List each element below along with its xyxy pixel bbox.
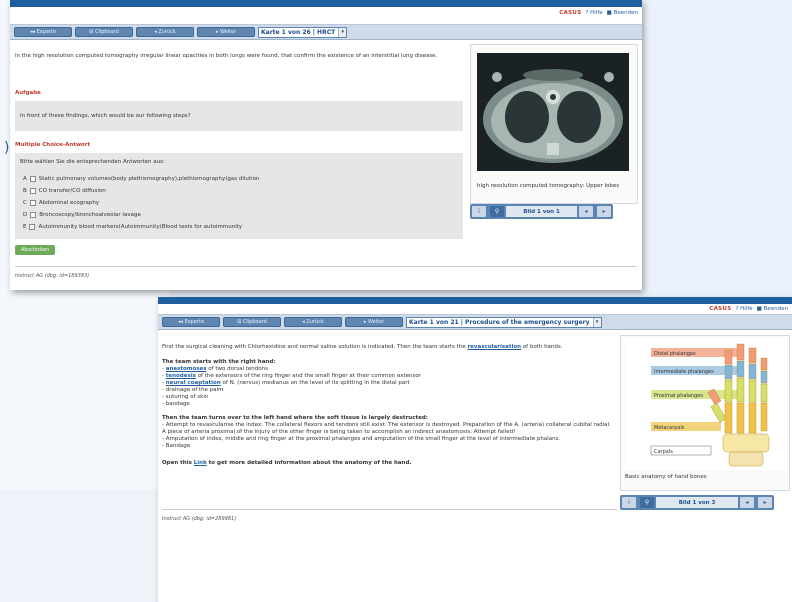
top-bar <box>158 297 792 304</box>
revascularisation-link[interactable]: revascularisation <box>467 344 521 350</box>
anastomoses-link[interactable]: anastomoses <box>166 366 207 372</box>
end-link[interactable]: ■ Beenden <box>607 10 638 16</box>
intro-text: First the surgical cleaning with Chlorhe… <box>162 344 563 350</box>
label-intermediate-phalanges: Intermediate phalanges <box>654 369 714 375</box>
divider <box>15 266 637 267</box>
chevron-down-icon: ▾ <box>592 317 601 327</box>
image-panel: high resolution computed tomography: Upp… <box>470 44 638 204</box>
right-step-5: - suturing of skin <box>162 394 209 400</box>
info-button[interactable]: i <box>622 497 636 508</box>
right-step-4: - drainage of the palm <box>162 387 224 393</box>
expert-button[interactable]: ◂◂ Experte <box>14 27 72 37</box>
submit-button[interactable]: Abschicken <box>15 245 55 255</box>
card-select[interactable]: Karte 1 von 21 | Procedure of the emerge… <box>406 316 602 328</box>
pager-label: Bild 1 von 1 <box>506 206 577 217</box>
left-step-3: - Amputation of index, middle and ring f… <box>162 436 561 442</box>
answer-e[interactable]: E Autoimmunity blood markers(Autoimmunity… <box>23 224 242 230</box>
checkbox[interactable] <box>29 188 36 194</box>
divider <box>162 509 617 510</box>
anatomy-link[interactable]: Link <box>194 460 207 466</box>
checkbox[interactable] <box>29 176 36 182</box>
ct-scan-image[interactable] <box>477 53 629 171</box>
screenshot-surgery: CASUS ? Hilfe ■ Beenden ◂◂ Experte ⊞ Cli… <box>158 297 792 602</box>
checkbox[interactable] <box>30 212 37 218</box>
prev-image-button[interactable]: ◂ <box>579 206 593 217</box>
edge-parenthesis: ) <box>4 140 10 156</box>
mc-box: Bitte wählen Sie die entsprechenden Antw… <box>15 153 463 239</box>
footer-text: Instruct AG (dbg: id=289981) <box>162 516 237 522</box>
top-bar <box>10 0 642 7</box>
back-button[interactable]: ◂ Zurück <box>136 27 194 37</box>
image-panel: Distal phalanges Intermediate phalanges … <box>620 335 790 491</box>
hand-bones-diagram[interactable]: Distal phalanges Intermediate phalanges … <box>625 338 785 470</box>
help-link[interactable]: ? Hilfe <box>735 306 752 312</box>
zoom-icon[interactable]: ⚲ <box>640 497 654 508</box>
task-label: Aufgabe <box>15 90 41 96</box>
right-hand-heading: The team starts with the right hand: <box>162 359 276 365</box>
answer-d[interactable]: D Broncoscopy/bronchoalveolar lavage <box>23 212 141 218</box>
back-button[interactable]: ◂ Zurück <box>284 317 342 327</box>
left-step-4: - Bandage <box>162 443 191 449</box>
open-link-text: Open this Link to get more detailed info… <box>162 460 412 466</box>
image-caption: Basic anatomy of hand bones <box>625 474 707 480</box>
mc-label: Multiple Choice-Antwort <box>15 142 91 148</box>
next-button[interactable]: ▸ Weiter <box>197 27 255 37</box>
answer-a[interactable]: A Static pulmonary volumes(body plethismo… <box>23 176 259 182</box>
label-carpals: Carpals <box>654 449 673 455</box>
mc-instruction: Bitte wählen Sie die entsprechenden Antw… <box>20 159 165 165</box>
footer-text: Instruct AG (dbg: id=189383) <box>15 273 90 279</box>
answer-b[interactable]: B CO transfer/CO diffusion <box>23 188 106 194</box>
right-step-2: - tenodesis of the extensors of the ring… <box>162 373 422 379</box>
right-step-3: - neural coaptation of N. (nervus) media… <box>162 380 410 386</box>
card-select[interactable]: Karte 1 von 26 | HRCT ▾ <box>258 26 348 38</box>
prev-image-button[interactable]: ◂ <box>740 497 754 508</box>
checkbox[interactable] <box>29 224 36 230</box>
casus-logo: CASUS <box>559 10 582 16</box>
answer-c[interactable]: C Abdominal ecography <box>23 200 99 206</box>
clipboard-button[interactable]: ⊞ Clipboard <box>75 27 133 37</box>
label-distal-phalanges: Distal phalanges <box>654 351 696 357</box>
image-pager: i ⚲ Bild 1 von 3 ◂ ▸ <box>620 495 774 510</box>
casus-logo: CASUS <box>709 306 732 312</box>
pager-label: Bild 1 von 3 <box>656 497 738 508</box>
end-link[interactable]: ■ Beenden <box>757 306 788 312</box>
next-image-button[interactable]: ▸ <box>597 206 611 217</box>
next-image-button[interactable]: ▸ <box>758 497 772 508</box>
navigation-bar: ◂◂ Experte ⊞ Clipboard ◂ Zurück ▸ Weiter… <box>10 25 642 40</box>
task-text: In front of these findings, which would … <box>20 113 191 119</box>
intro-text: In the high resolution computed tomograp… <box>15 53 438 59</box>
zoom-icon[interactable]: ⚲ <box>490 206 504 217</box>
left-hand-heading: Then the team turns over to the left han… <box>162 415 428 421</box>
screenshot-hrct: CASUS ? Hilfe ■ Beenden ◂◂ Experte ⊞ Cli… <box>10 0 642 290</box>
task-box: In front of these findings, which would … <box>15 101 463 131</box>
checkbox[interactable] <box>29 200 36 206</box>
toolbar: CASUS ? Hilfe ■ Beenden <box>158 304 792 315</box>
toolbar: CASUS ? Hilfe ■ Beenden <box>10 7 642 25</box>
chevron-down-icon: ▾ <box>338 27 347 37</box>
expert-button[interactable]: ◂◂ Experte <box>162 317 220 327</box>
right-step-6: - bandage <box>162 401 190 407</box>
image-pager: i ⚲ Bild 1 von 1 ◂ ▸ <box>470 204 613 219</box>
next-button[interactable]: ▸ Weiter <box>345 317 403 327</box>
neural-coaptation-link[interactable]: neural coaptation <box>166 380 221 386</box>
label-metacarpals: Metacarpals <box>654 425 685 431</box>
left-step-1: - Attempt to revascularise the index: Th… <box>162 422 611 428</box>
navigation-bar: ◂◂ Experte ⊞ Clipboard ◂ Zurück ▸ Weiter… <box>158 315 792 330</box>
help-link[interactable]: ? Hilfe <box>585 10 602 16</box>
left-step-2: A piece of arteria proximal of the injur… <box>162 429 516 435</box>
right-step-1: - anastomoses of two dorsal tendons <box>162 366 268 372</box>
info-button[interactable]: i <box>472 206 486 217</box>
label-proximal-phalanges: Proximal phalanges <box>654 393 703 399</box>
tenodesis-link[interactable]: tenodesis <box>166 373 196 379</box>
clipboard-button[interactable]: ⊞ Clipboard <box>223 317 281 327</box>
image-caption: high resolution computed tomography: Upp… <box>477 183 620 189</box>
